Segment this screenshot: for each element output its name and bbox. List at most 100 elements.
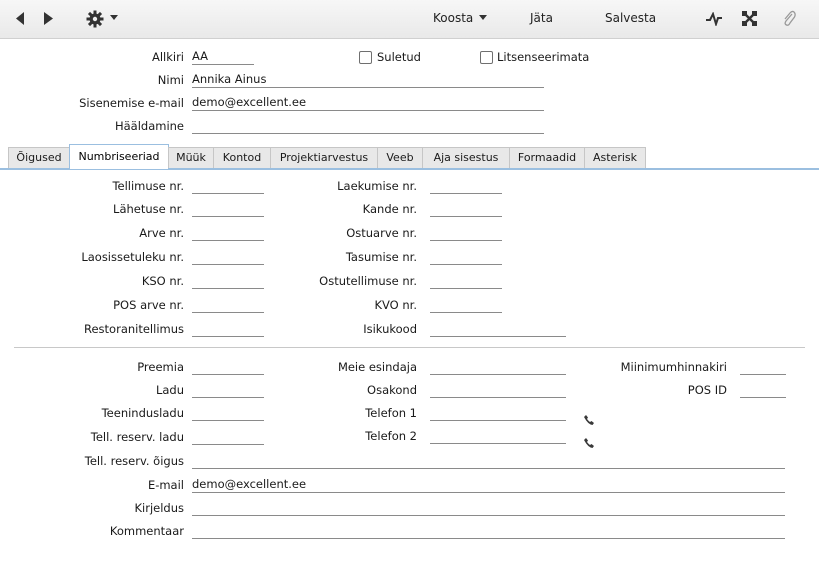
telefon2-field[interactable] xyxy=(430,429,566,444)
meie-esindaja-label: Meie esindaja xyxy=(337,360,417,374)
kommentaar-field[interactable] xyxy=(192,524,785,539)
ostuarve-nr-label: Ostuarve nr. xyxy=(346,226,417,240)
preemia-label: Preemia xyxy=(137,360,184,374)
kvo-nr-label: KVO nr. xyxy=(374,298,417,312)
litsenseerimata-label: Litsenseerimata xyxy=(497,50,590,64)
teeninduladu-label: Teenindusladu xyxy=(101,406,184,420)
tab-formaadid[interactable]: Formaadid xyxy=(509,147,585,168)
laosissetuleku-nr-field[interactable] xyxy=(192,250,264,265)
miinimumhinnakiri-field[interactable] xyxy=(740,360,786,375)
haaldamine-field[interactable] xyxy=(192,119,544,134)
email-label: E-mail xyxy=(147,478,184,492)
phone-icon[interactable] xyxy=(584,437,594,451)
settings-menu-button[interactable] xyxy=(86,10,118,31)
jata-button[interactable]: Jäta xyxy=(530,11,553,25)
preemia-field[interactable] xyxy=(192,360,264,375)
tell-reserv-ladu-label: Tell. reserv. ladu xyxy=(90,430,184,444)
tab-oigused[interactable]: Õigused xyxy=(8,147,70,168)
ladu-field[interactable] xyxy=(192,383,264,398)
arve-nr-field[interactable] xyxy=(192,226,264,241)
pos-id-label: POS ID xyxy=(687,383,727,397)
haaldamine-label: Hääldamine xyxy=(114,119,184,133)
pos-arve-nr-field[interactable] xyxy=(192,298,264,313)
tab-aja-sisestus[interactable]: Aja sisestus xyxy=(422,147,510,168)
tab-projektiarvestus[interactable]: Projektiarvestus xyxy=(270,147,378,168)
email-value: demo@excellent.ee xyxy=(192,477,307,491)
tell-reserv-oigus-label: Tell. reserv. õigus xyxy=(84,454,184,468)
koosta-label: Koosta xyxy=(433,11,474,25)
allkiri-field[interactable]: AA xyxy=(192,49,254,65)
kirjeldus-label: Kirjeldus xyxy=(134,501,184,515)
tellimuse-nr-label: Tellimuse nr. xyxy=(112,179,184,193)
kommentaar-label: Kommentaar xyxy=(109,524,184,538)
login-email-field[interactable]: demo@excellent.ee xyxy=(192,95,544,111)
ostutellimuse-nr-label: Ostutellimuse nr. xyxy=(319,274,417,288)
login-email-value: demo@excellent.ee xyxy=(192,95,307,109)
telefon2-label: Telefon 2 xyxy=(365,429,417,443)
tellimuse-nr-field[interactable] xyxy=(192,179,264,194)
jata-label: Jäta xyxy=(530,11,553,25)
kvo-nr-field[interactable] xyxy=(430,298,502,313)
arve-nr-label: Arve nr. xyxy=(139,226,184,240)
koosta-button[interactable]: Koosta xyxy=(433,11,488,25)
ladu-label: Ladu xyxy=(155,383,184,397)
forward-arrow-icon[interactable] xyxy=(44,12,53,28)
pos-id-field[interactable] xyxy=(740,383,786,398)
tab-numbriseeriad[interactable]: Numbriseeriad xyxy=(69,144,169,169)
tab-muuk[interactable]: Müük xyxy=(168,147,214,168)
nimi-field[interactable]: Annika Ainus xyxy=(192,72,544,88)
osakond-field[interactable] xyxy=(430,383,566,398)
isikukood-label: Isikukood xyxy=(363,322,417,336)
email-field[interactable]: demo@excellent.ee xyxy=(192,477,785,493)
tell-reserv-ladu-field[interactable] xyxy=(192,430,264,445)
chevron-down-icon xyxy=(109,15,118,20)
allkiri-value: AA xyxy=(192,49,209,63)
laekumise-nr-label: Laekumise nr. xyxy=(337,179,417,193)
expand-icon[interactable] xyxy=(742,11,757,29)
back-arrow-icon[interactable] xyxy=(16,12,25,28)
tab-kontod[interactable]: Kontod xyxy=(213,147,271,168)
laosissetuleku-nr-label: Laosissetuleku nr. xyxy=(81,250,184,264)
section-divider xyxy=(14,347,805,348)
tab-strip: Õigused Numbriseeriad Müük Kontod Projek… xyxy=(0,144,819,170)
salvesta-label: Salvesta xyxy=(605,11,657,25)
kande-nr-label: Kande nr. xyxy=(362,202,417,216)
allkiri-label: Allkiri xyxy=(151,50,184,64)
suletud-checkbox[interactable] xyxy=(359,51,372,64)
gear-icon xyxy=(86,10,104,28)
paperclip-icon[interactable] xyxy=(782,10,796,30)
tasumise-nr-field[interactable] xyxy=(430,250,502,265)
kande-nr-field[interactable] xyxy=(430,202,502,217)
ostutellimuse-nr-field[interactable] xyxy=(430,274,502,289)
nimi-value: Annika Ainus xyxy=(192,72,267,86)
telefon1-label: Telefon 1 xyxy=(365,406,417,420)
tell-reserv-oigus-field[interactable] xyxy=(192,454,785,469)
tab-asterisk[interactable]: Asterisk xyxy=(584,147,646,168)
lahetuse-nr-label: Lähetuse nr. xyxy=(113,202,184,216)
teeninduladu-field[interactable] xyxy=(192,406,264,421)
login-email-label: Sisenemise e-mail xyxy=(79,96,184,110)
kirjeldus-field[interactable] xyxy=(192,501,785,516)
restoranitellimus-label: Restoranitellimus xyxy=(84,322,184,336)
pos-arve-nr-label: POS arve nr. xyxy=(113,298,184,312)
tab-veeb[interactable]: Veeb xyxy=(377,147,423,168)
ostuarve-nr-field[interactable] xyxy=(430,226,502,241)
chevron-down-icon xyxy=(479,15,488,20)
lahetuse-nr-field[interactable] xyxy=(192,202,264,217)
suletud-label: Suletud xyxy=(377,50,421,64)
tasumise-nr-label: Tasumise nr. xyxy=(345,250,417,264)
phone-icon[interactable] xyxy=(584,414,594,428)
laekumise-nr-field[interactable] xyxy=(430,179,502,194)
isikukood-field[interactable] xyxy=(430,322,566,337)
toolbar: Koosta Jäta Salvesta xyxy=(0,0,819,39)
miinimumhinnakiri-label: Miinimumhinnakiri xyxy=(620,360,727,374)
meie-esindaja-field[interactable] xyxy=(430,360,566,375)
restoranitellimus-field[interactable] xyxy=(192,322,264,337)
activity-icon[interactable] xyxy=(706,11,722,29)
nimi-label: Nimi xyxy=(157,73,184,87)
litsenseerimata-checkbox[interactable] xyxy=(480,51,493,64)
kso-nr-label: KSO nr. xyxy=(141,274,184,288)
salvesta-button[interactable]: Salvesta xyxy=(605,11,656,25)
telefon1-field[interactable] xyxy=(430,406,566,421)
kso-nr-field[interactable] xyxy=(192,274,264,289)
